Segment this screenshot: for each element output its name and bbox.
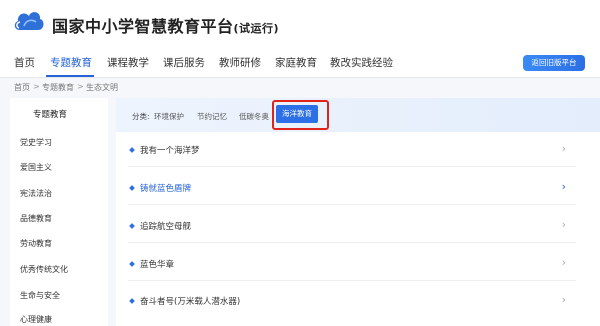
- list-item-title: 奋斗者号(万米载人潜水器): [140, 297, 241, 307]
- breadcrumb-topic[interactable]: 专题教育: [42, 82, 74, 93]
- divider: [128, 242, 576, 243]
- site-title-main: 国家中小学智慧教育平台: [52, 17, 234, 36]
- filter-memory[interactable]: 节约记忆: [197, 111, 227, 122]
- sidebar-title: 专题教育: [32, 110, 67, 120]
- list-item[interactable]: 铸就蓝色盾牌 ›: [129, 180, 570, 200]
- list-item[interactable]: 蓝色华章 ›: [129, 256, 570, 276]
- filter-winter-olympics[interactable]: 低碳冬奥: [239, 111, 269, 122]
- sidebar-item-mental-health[interactable]: 心理健康: [20, 314, 52, 325]
- chevron-right-icon: ›: [561, 180, 566, 193]
- divider: [128, 166, 576, 167]
- breadcrumb: 首页 > 专题教育 > 生态文明: [0, 78, 600, 98]
- breadcrumb-separator-icon: >: [33, 82, 40, 91]
- list-item-title: 铸就蓝色盾牌: [140, 184, 192, 194]
- main-content: [116, 98, 600, 326]
- list-item-title: 蓝色华章: [140, 260, 175, 270]
- divider: [128, 204, 576, 205]
- nav-home[interactable]: 首页: [14, 55, 35, 70]
- diamond-bullet-icon: [129, 223, 135, 229]
- category-filter-bar: [116, 98, 600, 132]
- page-gutter-middle: [108, 98, 116, 326]
- sidebar-item-patriotism[interactable]: 爱国主义: [20, 162, 52, 173]
- chevron-right-icon: ›: [561, 293, 566, 306]
- diamond-bullet-icon: [129, 298, 135, 304]
- breadcrumb-current: 生态文明: [86, 83, 118, 92]
- sidebar-item-traditional-culture[interactable]: 优秀传统文化: [20, 264, 68, 275]
- sidebar-item-labor-education[interactable]: 劳动教育: [20, 238, 52, 249]
- sidebar-item-life-safety[interactable]: 生命与安全: [20, 290, 60, 301]
- site-title[interactable]: 国家中小学智慧教育平台(试运行): [52, 13, 279, 37]
- breadcrumb-home[interactable]: 首页: [14, 82, 30, 93]
- divider: [128, 280, 576, 281]
- back-to-old-version-button[interactable]: 返回旧版平台: [523, 55, 585, 71]
- breadcrumb-separator-icon: >: [77, 82, 84, 91]
- site-header: 国家中小学智慧教育平台(试运行): [0, 0, 600, 48]
- site-title-sub: (试运行): [233, 22, 280, 35]
- sidebar-item-constitution[interactable]: 宪法法治: [20, 188, 52, 199]
- nav-teacher-training[interactable]: 教师研修: [219, 55, 261, 70]
- chevron-right-icon: ›: [561, 142, 566, 155]
- main-nav: 首页 专题教育 课程教学 课后服务 教师研修 家庭教育 教改实践经验 返回旧版平…: [0, 48, 600, 78]
- list-item-title: 我有一个海洋梦: [140, 146, 200, 156]
- highlight-box: [272, 100, 329, 130]
- list-item-title: 追踪航空母舰: [140, 222, 192, 232]
- list-item[interactable]: 我有一个海洋梦 ›: [129, 142, 570, 162]
- sidebar-item-moral-education[interactable]: 品德教育: [20, 213, 52, 224]
- list-item[interactable]: 奋斗者号(万米载人潜水器) ›: [129, 293, 570, 313]
- filter-label: 分类:: [132, 112, 150, 121]
- diamond-bullet-icon: [129, 185, 135, 191]
- list-item[interactable]: 追踪航空母舰 ›: [129, 218, 570, 238]
- diamond-bullet-icon: [129, 261, 135, 267]
- chevron-right-icon: ›: [561, 256, 566, 269]
- diamond-bullet-icon: [129, 147, 135, 153]
- nav-after-school[interactable]: 课后服务: [163, 55, 205, 70]
- filter-environment[interactable]: 环境保护: [154, 111, 184, 122]
- sidebar-item-party-history[interactable]: 党史学习: [20, 137, 52, 148]
- page-gutter-left: [0, 98, 10, 326]
- chevron-right-icon: ›: [561, 218, 566, 231]
- nav-course-teaching[interactable]: 课程教学: [107, 55, 149, 70]
- nav-active-indicator: [46, 75, 94, 77]
- nav-family-education[interactable]: 家庭教育: [275, 55, 317, 70]
- nav-reform-practice[interactable]: 教改实践经验: [330, 55, 393, 70]
- cloud-logo-icon[interactable]: [12, 6, 46, 36]
- nav-topic-education[interactable]: 专题教育: [50, 55, 92, 70]
